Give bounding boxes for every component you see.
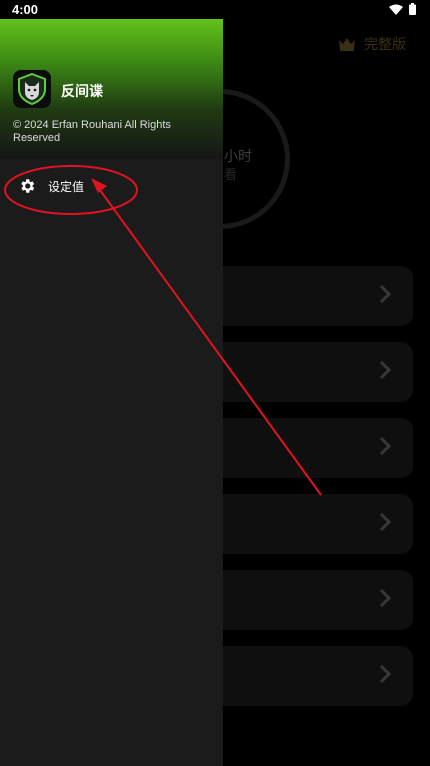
menu-item-label: 设定值: [48, 180, 85, 194]
list-item[interactable]: [190, 266, 413, 326]
navigation-drawer: 反间谍 © 2024 Erfan Rouhani All Rights Rese…: [0, 19, 223, 766]
timer-text: 小时: [224, 149, 252, 165]
timer-subtext: 看: [224, 168, 238, 183]
list-item[interactable]: [190, 570, 413, 630]
gear-icon: [21, 179, 35, 193]
status-bar: 4:00: [0, 0, 430, 19]
status-icons: [389, 3, 416, 15]
battery-icon: [409, 3, 416, 15]
chevron-right-icon: [379, 664, 391, 684]
app-logo: [13, 70, 51, 108]
chevron-right-icon: [379, 512, 391, 532]
wifi-icon: [389, 4, 403, 15]
crown-icon: [339, 38, 355, 51]
chevron-right-icon: [379, 436, 391, 456]
list-item[interactable]: [190, 494, 413, 554]
shield-dog-icon: [18, 73, 46, 105]
menu-item-settings[interactable]: 设定值: [0, 169, 223, 203]
status-time: 4:00: [12, 2, 39, 17]
list-item[interactable]: [190, 418, 413, 478]
premium-button[interactable]: 完整版: [338, 34, 406, 54]
app-name: 反间谍: [61, 84, 103, 100]
chevron-right-icon: [379, 588, 391, 608]
premium-label: 完整版: [364, 36, 406, 52]
list-item[interactable]: [190, 342, 413, 402]
chevron-right-icon: [379, 284, 391, 304]
chevron-right-icon: [379, 360, 391, 380]
copyright-text: © 2024 Erfan Rouhani All Rights Reserved: [13, 119, 171, 144]
list-item[interactable]: [190, 646, 413, 706]
drawer-header: 反间谍 © 2024 Erfan Rouhani All Rights Rese…: [0, 19, 223, 159]
